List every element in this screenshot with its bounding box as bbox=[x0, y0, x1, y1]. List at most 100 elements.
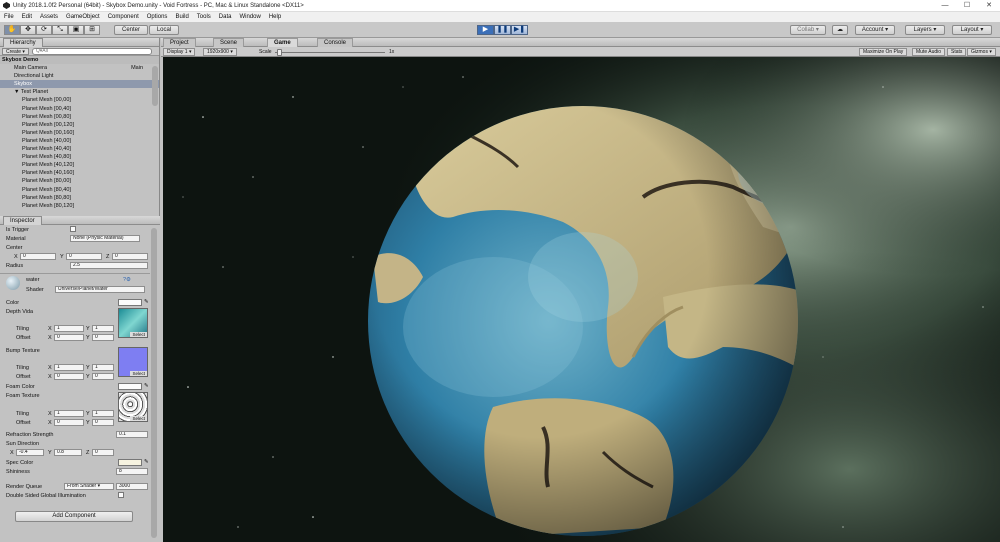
hierarchy-item[interactable]: Planet Mesh [80,40] bbox=[0, 186, 159, 194]
minimize-button[interactable]: — bbox=[934, 0, 956, 12]
refraction-field[interactable]: 0.1 bbox=[116, 431, 148, 438]
inspector-tab[interactable]: Inspector bbox=[3, 215, 42, 225]
bump-offset-x[interactable]: 0 bbox=[54, 373, 84, 380]
layers-dropdown[interactable]: Layers ▾ bbox=[905, 25, 945, 35]
hierarchy-tab[interactable]: Hierarchy bbox=[3, 37, 43, 47]
foam-tiling-y[interactable]: 1 bbox=[92, 410, 114, 417]
depth-offset-x[interactable]: 0 bbox=[54, 334, 84, 341]
menu-window[interactable]: Window bbox=[239, 14, 260, 20]
radius-field[interactable]: 2.5 bbox=[70, 262, 148, 269]
hierarchy-create-button[interactable]: Create ▾ bbox=[2, 47, 29, 55]
resolution-dropdown[interactable]: 1920x900 ▾ bbox=[203, 48, 237, 56]
pivot-local-button[interactable]: Local bbox=[149, 25, 179, 35]
hierarchy-item[interactable]: Planet Mesh [80,00] bbox=[0, 177, 159, 185]
hierarchy-item[interactable]: Planet Mesh [00,80] bbox=[0, 113, 159, 121]
hierarchy-item[interactable]: Planet Mesh [80,120] bbox=[0, 202, 159, 208]
hierarchy-item[interactable]: Planet Mesh [80,80] bbox=[0, 194, 159, 202]
depth-tiling-x[interactable]: 1 bbox=[54, 325, 84, 332]
center-x-field[interactable]: 0 bbox=[20, 253, 56, 260]
spec-eyedropper-icon[interactable]: ✎ bbox=[144, 459, 149, 465]
menu-assets[interactable]: Assets bbox=[40, 14, 58, 20]
foam-offset-x[interactable]: 0 bbox=[54, 419, 84, 426]
bump-tiling-y[interactable]: 1 bbox=[92, 364, 114, 371]
transform-tool-icon[interactable]: ⊞ bbox=[84, 25, 100, 35]
rect-tool-icon[interactable]: ▣ bbox=[68, 25, 84, 35]
hierarchy-item[interactable]: ▼ Test Planet bbox=[0, 88, 159, 96]
foam-texture-select[interactable]: Select bbox=[130, 416, 147, 421]
sun-z-field[interactable]: 0 bbox=[92, 449, 114, 456]
dsgi-checkbox[interactable] bbox=[118, 492, 124, 498]
mute-audio-toggle[interactable]: Mute Audio bbox=[912, 48, 946, 56]
add-component-button[interactable]: Add Component bbox=[15, 511, 133, 522]
menu-build[interactable]: Build bbox=[175, 14, 188, 20]
game-viewport[interactable] bbox=[163, 57, 1000, 542]
center-z-field[interactable]: 0 bbox=[112, 253, 148, 260]
play-button[interactable]: ▶ bbox=[477, 25, 494, 35]
depth-offset-y[interactable]: 0 bbox=[92, 334, 114, 341]
menu-file[interactable]: File bbox=[4, 14, 14, 20]
menu-help[interactable]: Help bbox=[269, 14, 281, 20]
hierarchy-item[interactable]: Planet Mesh [40,160] bbox=[0, 169, 159, 177]
shader-dropdown[interactable]: Universe/Planet/Water bbox=[55, 286, 145, 293]
pivot-center-button[interactable]: Center bbox=[114, 25, 148, 35]
cloud-icon[interactable]: ☁ bbox=[832, 25, 848, 35]
hierarchy-item[interactable]: Planet Mesh [00,120] bbox=[0, 121, 159, 129]
maximize-on-play-toggle[interactable]: Maximize On Play bbox=[859, 48, 908, 56]
material-field[interactable]: None (Physic Material) bbox=[70, 235, 140, 242]
bump-texture-thumbnail[interactable]: Select bbox=[118, 347, 148, 377]
render-queue-mode[interactable]: From Shader ▾ bbox=[64, 483, 114, 490]
menu-gameobject[interactable]: GameObject bbox=[66, 14, 100, 20]
hierarchy-item[interactable]: Planet Mesh [00,00] bbox=[0, 96, 159, 104]
render-queue-value[interactable]: 3000 bbox=[116, 483, 148, 490]
hierarchy-search-input[interactable]: Q▾All bbox=[31, 47, 152, 55]
scene-root[interactable]: Skybox Demo bbox=[0, 56, 159, 65]
help-icon[interactable]: ?⚙ bbox=[123, 277, 131, 283]
inspector-scrollbar[interactable] bbox=[151, 228, 157, 538]
hierarchy-item[interactable]: Planet Mesh [40,00] bbox=[0, 137, 159, 145]
hierarchy-item[interactable]: Planet Mesh [40,40] bbox=[0, 145, 159, 153]
hierarchy-item[interactable]: Skybox bbox=[0, 80, 159, 89]
maximize-button[interactable]: ☐ bbox=[956, 0, 978, 12]
hierarchy-item[interactable]: Planet Mesh [00,160] bbox=[0, 129, 159, 137]
collab-dropdown[interactable]: Collab ▾ bbox=[790, 25, 826, 35]
tab-scene[interactable]: Scene bbox=[213, 38, 245, 47]
center-y-field[interactable]: 0 bbox=[66, 253, 102, 260]
tab-game[interactable]: Game bbox=[267, 38, 298, 47]
foam-eyedropper-icon[interactable]: ✎ bbox=[144, 383, 149, 389]
scale-tool-icon[interactable]: ⤡ bbox=[52, 25, 68, 35]
hand-tool-icon[interactable]: ✋ bbox=[4, 25, 20, 35]
tab-console[interactable]: Console bbox=[317, 38, 354, 47]
gizmos-dropdown[interactable]: Gizmos ▾ bbox=[967, 48, 996, 56]
step-button[interactable]: ▶❚ bbox=[511, 25, 528, 35]
hierarchy-item[interactable]: Planet Mesh [40,120] bbox=[0, 161, 159, 169]
shininess-field[interactable]: 8 bbox=[116, 468, 148, 475]
is-trigger-checkbox[interactable] bbox=[70, 226, 76, 232]
hierarchy-scrollbar[interactable] bbox=[152, 66, 158, 106]
spec-color-swatch[interactable] bbox=[118, 459, 142, 466]
depth-tiling-y[interactable]: 1 bbox=[92, 325, 114, 332]
depth-texture-thumbnail[interactable]: Select bbox=[118, 308, 148, 338]
tab-project[interactable]: Project bbox=[163, 38, 196, 47]
sun-y-field[interactable]: 0.8 bbox=[54, 449, 82, 456]
hierarchy-item[interactable]: Directional Light bbox=[0, 72, 159, 80]
bump-offset-y[interactable]: 0 bbox=[92, 373, 114, 380]
pause-button[interactable]: ❚❚ bbox=[494, 25, 511, 35]
menu-options[interactable]: Options bbox=[147, 14, 168, 20]
bump-tiling-x[interactable]: 1 bbox=[54, 364, 84, 371]
layout-dropdown[interactable]: Layout ▾ bbox=[952, 25, 992, 35]
scale-slider-knob[interactable] bbox=[277, 49, 282, 56]
foam-texture-thumbnail[interactable]: Select bbox=[118, 392, 148, 422]
hierarchy-item[interactable]: Planet Mesh [00,40] bbox=[0, 105, 159, 113]
color-swatch[interactable] bbox=[118, 299, 142, 306]
menu-data[interactable]: Data bbox=[219, 14, 232, 20]
display-dropdown[interactable]: Display 1 ▾ bbox=[163, 48, 196, 56]
menu-tools[interactable]: Tools bbox=[197, 14, 211, 20]
depth-texture-select[interactable]: Select bbox=[130, 332, 147, 337]
rotate-tool-icon[interactable]: ⟳ bbox=[36, 25, 52, 35]
sun-x-field[interactable]: -0.4 bbox=[16, 449, 44, 456]
stats-toggle[interactable]: Stats bbox=[947, 48, 967, 56]
foam-offset-y[interactable]: 0 bbox=[92, 419, 114, 426]
eyedropper-icon[interactable]: ✎ bbox=[144, 299, 149, 305]
account-dropdown[interactable]: Account ▾ bbox=[855, 25, 895, 35]
bump-texture-select[interactable]: Select bbox=[130, 371, 147, 376]
